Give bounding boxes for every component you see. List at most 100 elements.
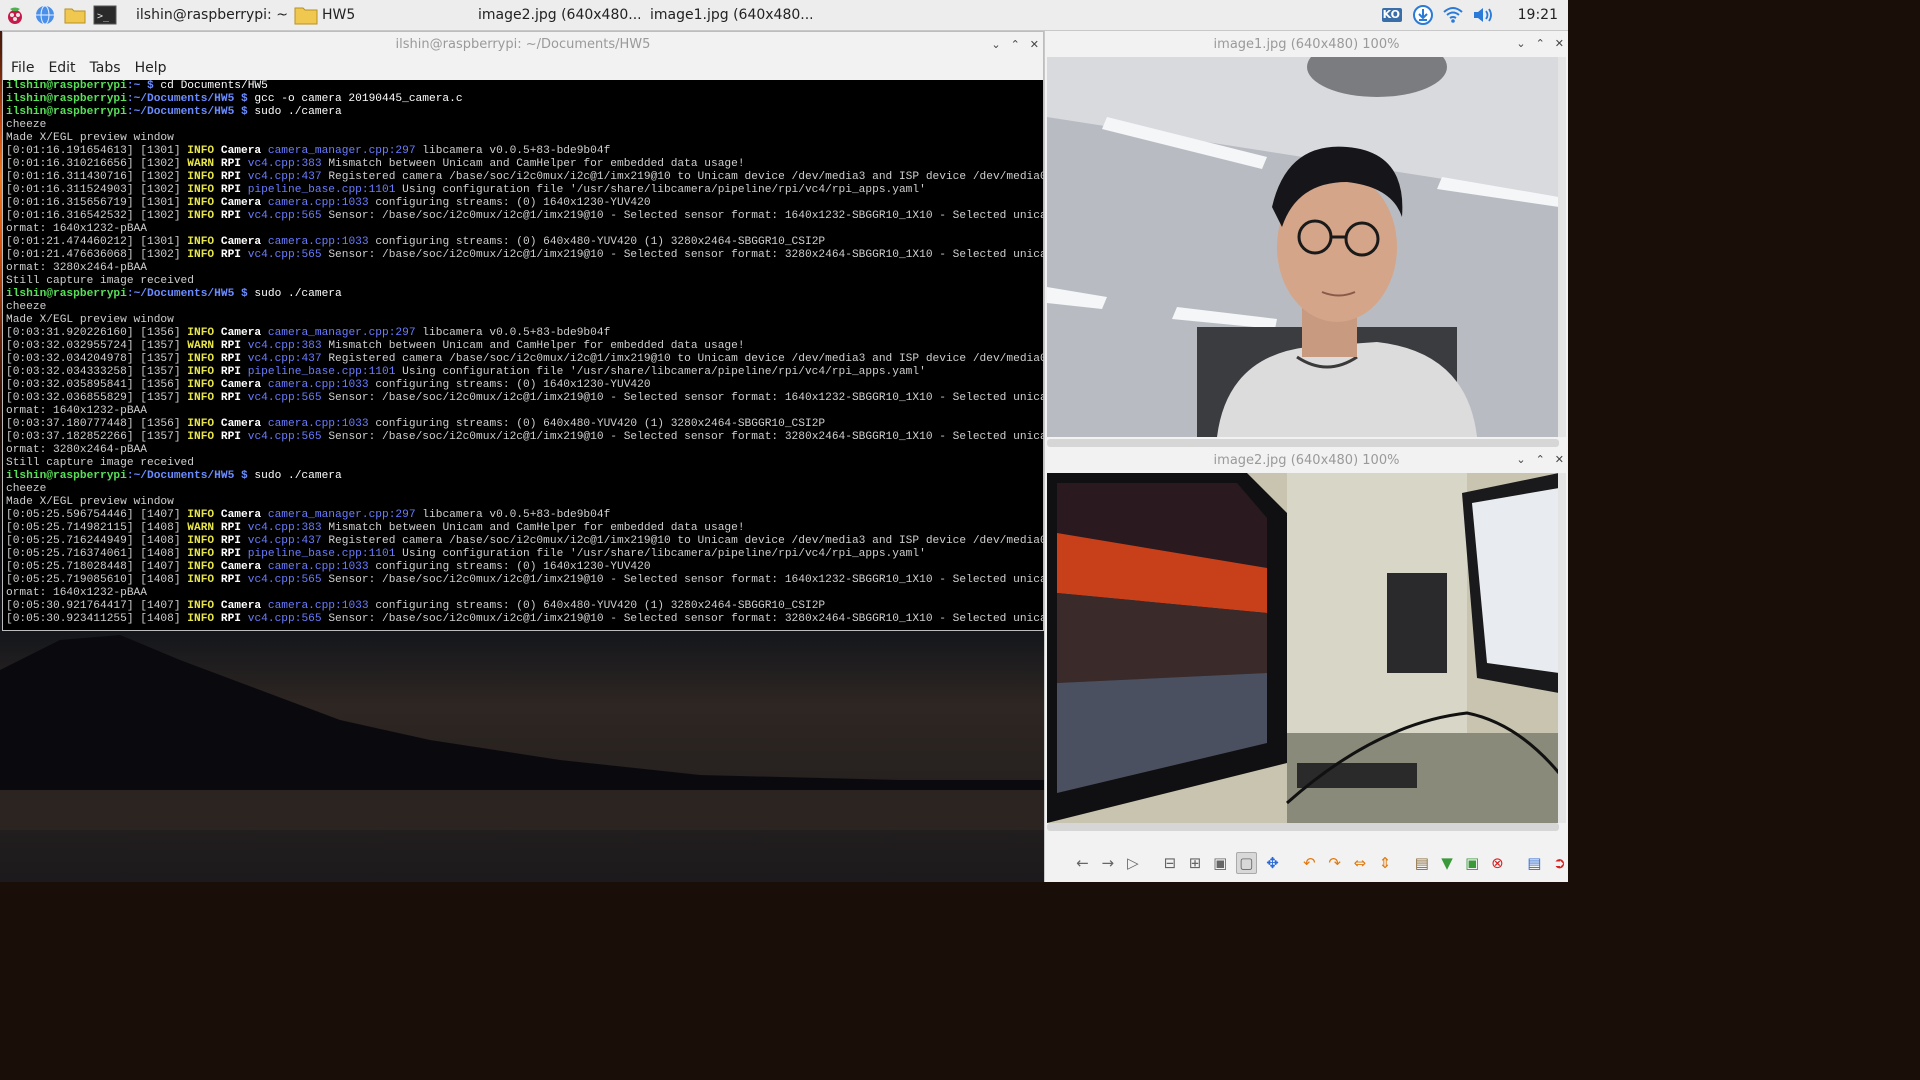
log-timestamp: [0:05:25.718028448] [1407] — [6, 561, 181, 573]
log-source: pipeline_base.cpp:1101 — [247, 366, 396, 378]
menu-file[interactable]: File — [11, 60, 34, 76]
minimize-icon[interactable]: ⌄ — [991, 38, 1000, 51]
menu-edit[interactable]: Edit — [48, 60, 75, 76]
viewer-titlebar[interactable]: image2.jpg (640x480) 100% ⌄ ⌃ ✕ — [1045, 447, 1568, 473]
terminal-line: [0:01:16.315656719] [1301] INFO Camera c… — [6, 197, 1046, 210]
log-timestamp: [0:05:25.716374061] [1408] — [6, 548, 181, 560]
maximize-icon[interactable]: ⌃ — [1011, 38, 1020, 51]
output-text: Made X/EGL preview window — [6, 496, 174, 508]
minimize-icon[interactable]: ⌄ — [1516, 453, 1525, 466]
close-icon[interactable]: ✕ — [1555, 453, 1564, 466]
zoom-out-icon[interactable]: ⊟ — [1160, 853, 1179, 873]
log-source: vc4.cpp:565 — [247, 249, 322, 261]
rotate-left-icon[interactable]: ↶ — [1300, 853, 1319, 873]
prompt-path: :~/Documents/HW5 $ — [126, 470, 248, 482]
log-source: camera_manager.cpp:297 — [267, 327, 416, 339]
delete-icon[interactable]: ⊗ — [1488, 853, 1507, 873]
terminal-launcher[interactable]: >_ — [90, 0, 120, 30]
log-message: Mismatch between Unicam and CamHelper fo… — [328, 522, 745, 534]
log-message: configuring streams: (0) 640x480-YUV420 … — [375, 600, 826, 612]
task-terminal[interactable]: >_ ilshin@raspberrypi: ~... — [126, 1, 288, 29]
image1-canvas[interactable] — [1047, 57, 1559, 437]
terminal-line: ilshin@raspberrypi:~/Documents/HW5 $ sud… — [6, 288, 1046, 301]
terminal-output[interactable]: ilshin@raspberrypi:~ $ cd Documents/HW5 i… — [3, 80, 1046, 630]
log-category: RPI — [220, 613, 242, 625]
log-level: INFO — [187, 210, 215, 222]
log-message: Sensor: /base/soc/i2c0mux/i2c@1/imx219@1… — [328, 392, 1046, 404]
log-level: INFO — [187, 249, 215, 261]
log-message: Mismatch between Unicam and CamHelper fo… — [328, 340, 745, 352]
file-manager-launcher[interactable] — [60, 0, 90, 30]
terminal-line: Made X/EGL preview window — [6, 314, 1046, 327]
terminal-line: ilshin@raspberrypi:~/Documents/HW5 $ gcc… — [6, 93, 1046, 106]
log-timestamp: [0:03:32.032955724] [1357] — [6, 340, 181, 352]
quit-icon[interactable]: ➲ — [1550, 853, 1569, 873]
vertical-scrollbar[interactable] — [1558, 57, 1566, 437]
terminal-line: ormat: 1640x1232-pBAA — [6, 587, 1046, 600]
viewer-titlebar[interactable]: image1.jpg (640x480) 100% ⌄ ⌃ ✕ — [1045, 31, 1568, 57]
download-icon[interactable] — [1412, 4, 1434, 26]
preferences-icon[interactable]: ▤ — [1525, 853, 1544, 873]
log-level: INFO — [187, 561, 215, 573]
fit-window-icon[interactable]: ▣ — [1211, 853, 1230, 873]
log-source: pipeline_base.cpp:1101 — [247, 184, 396, 196]
terminal-line: [0:03:32.032955724] [1357] WARN RPI vc4.… — [6, 340, 1046, 353]
terminal-line: [0:01:21.476636068] [1302] INFO RPI vc4.… — [6, 249, 1046, 262]
browser-launcher[interactable] — [30, 0, 60, 30]
terminal-line: cheeze — [6, 119, 1046, 132]
log-message: configuring streams: (0) 640x480-YUV420 … — [375, 418, 826, 430]
slideshow-play-icon[interactable]: ▷ — [1123, 853, 1142, 873]
menu-help[interactable]: Help — [135, 60, 167, 76]
terminal-line: ormat: 1640x1232-pBAA — [6, 223, 1046, 236]
raspberry-menu-button[interactable] — [0, 0, 30, 30]
terminal-line: Made X/EGL preview window — [6, 496, 1046, 509]
forward-arrow-icon[interactable]: → — [1098, 853, 1117, 873]
log-category: RPI — [220, 392, 242, 404]
minimize-icon[interactable]: ⌄ — [1516, 37, 1525, 50]
wifi-icon[interactable] — [1442, 5, 1464, 25]
terminal-line: [0:03:32.035895841] [1356] INFO Camera c… — [6, 379, 1046, 392]
log-level: INFO — [187, 418, 215, 430]
terminal-titlebar[interactable]: ilshin@raspberrypi: ~/Documents/HW5 ⌄ ⌃ … — [3, 32, 1043, 56]
log-source: vc4.cpp:383 — [247, 158, 322, 170]
menu-tabs[interactable]: Tabs — [90, 60, 121, 76]
keyboard-layout-indicator[interactable]: KO — [1380, 4, 1404, 26]
back-arrow-icon[interactable]: ← — [1073, 853, 1092, 873]
open-file-icon[interactable]: ▤ — [1412, 853, 1431, 873]
image2-photo — [1047, 473, 1559, 823]
flip-vertical-icon[interactable]: ⇕ — [1375, 853, 1394, 873]
save-icon[interactable]: ▼ — [1437, 853, 1456, 873]
maximize-icon[interactable]: ⌃ — [1536, 37, 1545, 50]
task-file-manager[interactable]: HW5 — [288, 1, 450, 29]
task-image1-viewer[interactable]: image1.jpg (640x480... — [640, 1, 812, 29]
terminal-line: [0:05:25.719085610] [1408] INFO RPI vc4.… — [6, 574, 1046, 587]
close-icon[interactable]: ✕ — [1030, 38, 1039, 51]
log-category: RPI — [220, 431, 242, 443]
command-text: sudo ./camera — [247, 288, 342, 300]
volume-icon[interactable] — [1472, 5, 1496, 25]
image2-canvas[interactable] — [1047, 473, 1559, 823]
horizontal-scrollbar[interactable] — [1047, 823, 1559, 831]
maximize-icon[interactable]: ⌃ — [1536, 453, 1545, 466]
task-image2-viewer[interactable]: image2.jpg (640x480... — [468, 1, 640, 29]
horizontal-scrollbar[interactable] — [1047, 439, 1559, 447]
vertical-scrollbar[interactable] — [1558, 473, 1566, 823]
zoom-in-icon[interactable]: ⊞ — [1185, 853, 1204, 873]
prompt-path: :~/Documents/HW5 $ — [126, 106, 248, 118]
terminal-line: [0:01:16.311524903] [1302] INFO RPI pipe… — [6, 184, 1046, 197]
log-level: WARN — [187, 522, 215, 534]
terminal-line: [0:03:32.034333258] [1357] INFO RPI pipe… — [6, 366, 1046, 379]
close-icon[interactable]: ✕ — [1555, 37, 1564, 50]
clock[interactable]: 19:21 — [1518, 7, 1558, 23]
fullscreen-icon[interactable]: ✥ — [1263, 853, 1282, 873]
save-as-icon[interactable]: ▣ — [1463, 853, 1482, 873]
log-category: RPI — [220, 340, 242, 352]
flip-horizontal-icon[interactable]: ⇔ — [1350, 853, 1369, 873]
log-source: vc4.cpp:437 — [247, 353, 322, 365]
prompt-user: ilshin@raspberrypi — [6, 80, 127, 92]
log-message: Sensor: /base/soc/i2c0mux/i2c@1/imx219@1… — [328, 613, 1046, 625]
original-size-icon[interactable]: ▢ — [1235, 852, 1257, 874]
log-source: camera.cpp:1033 — [267, 561, 369, 573]
task-label: image2.jpg (640x480... — [478, 7, 640, 23]
rotate-right-icon[interactable]: ↷ — [1325, 853, 1344, 873]
